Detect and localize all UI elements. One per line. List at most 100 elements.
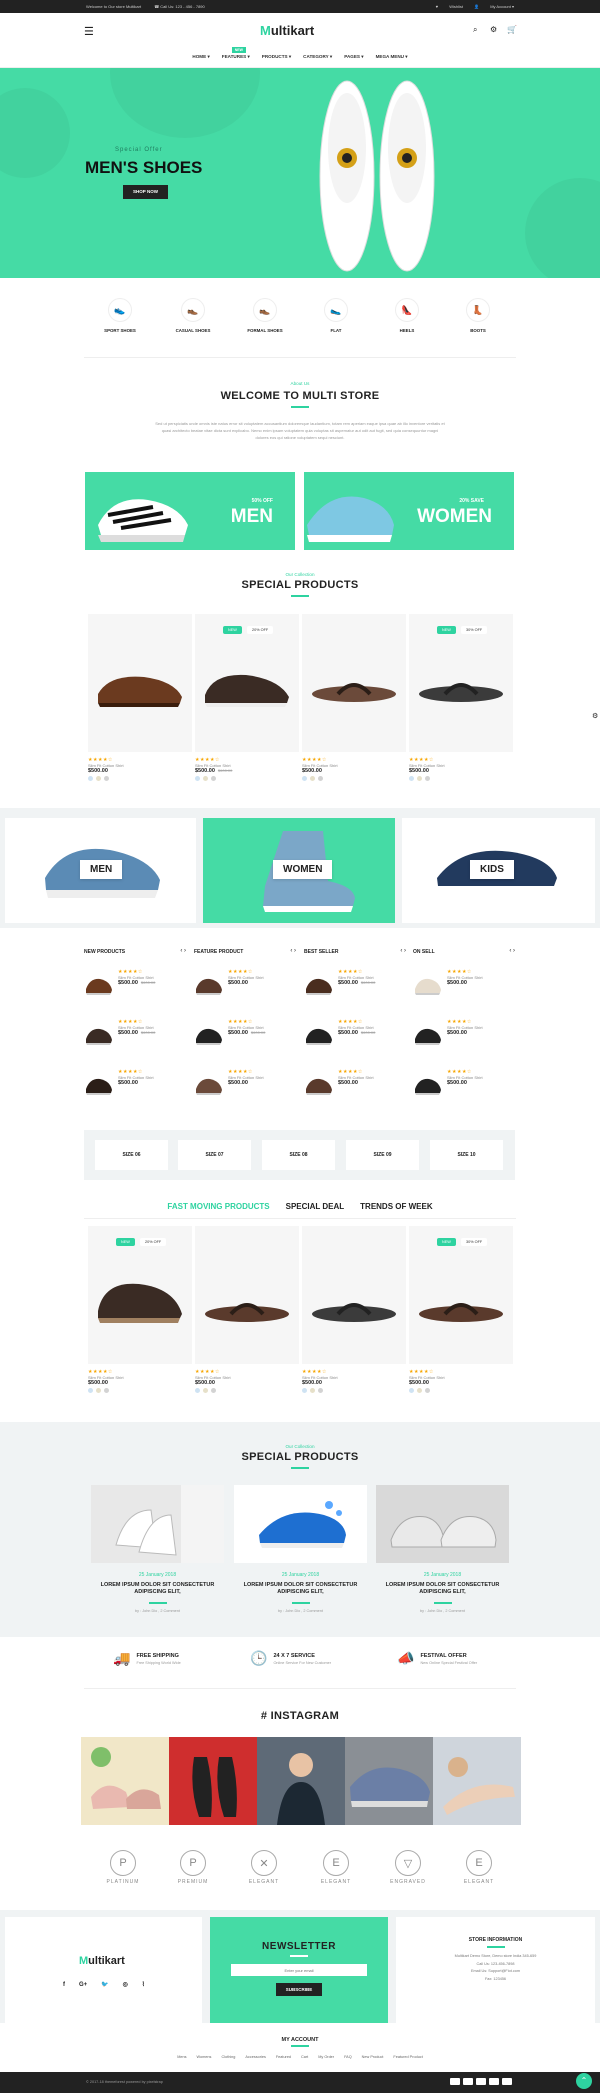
list-item[interactable]: ★★★★☆ Slim Fit Cotton Shirt $500.00 [413, 1019, 519, 1055]
chevron-right-icon[interactable]: › [513, 948, 515, 954]
subscribe-button[interactable]: SUBSCRIBE [276, 1983, 322, 1996]
product-card[interactable]: NEW 30% OFF ★★★★☆ Slim Fit Cotton Shirt … [409, 614, 513, 783]
brand-mark: ✕ [251, 1850, 277, 1876]
cart-icon[interactable]: 🛒 [507, 25, 517, 34]
instagram-photo[interactable] [81, 1737, 169, 1825]
facebook-icon[interactable]: f [63, 1982, 65, 1988]
logo[interactable]: Multikart [260, 23, 314, 38]
account-link[interactable]: Cart [301, 2055, 308, 2059]
blog-title[interactable]: LOREM IPSUM DOLOR SIT CONSECTETUR ADIPIS… [91, 1582, 224, 1597]
size-button[interactable]: SIZE 08 [262, 1140, 335, 1170]
account-link[interactable]: My Order [318, 2055, 334, 2059]
chevron-right-icon[interactable]: › [294, 948, 296, 954]
product-card[interactable]: NEW 20% OFF ★★★★☆ Slim Fit Cotton Shirt … [88, 1226, 192, 1395]
account-link[interactable]: Mens [177, 2055, 186, 2059]
nav-mega-menu[interactable]: MEGA MENU ▾ [376, 54, 408, 60]
nav-home[interactable]: HOME ▾ [192, 54, 209, 60]
list-item[interactable]: ★★★★☆ Slim Fit Cotton Shirt $500.00 $600.00 [84, 969, 190, 1005]
list-item[interactable]: ★★★★☆ Slim Fit Cotton Shirt $500.00 [304, 1069, 410, 1105]
shop-now-button[interactable]: SHOP NOW [123, 185, 168, 199]
list-item[interactable]: ★★★★☆ Slim Fit Cotton Shirt $500.00 $600.00 [84, 1019, 190, 1055]
promo-men[interactable]: 50% OFF MEN [85, 472, 295, 550]
blog-title[interactable]: LOREM IPSUM DOLOR SIT CONSECTETUR ADIPIS… [234, 1582, 367, 1597]
menu-icon[interactable]: ☰ [84, 25, 94, 38]
brand-logo[interactable]: ▽ ENGRAVED [378, 1850, 438, 1885]
category-kids[interactable]: KIDS [402, 818, 595, 923]
brand-logo[interactable]: E ELEGANT [306, 1850, 366, 1885]
category-flat[interactable]: 🥿 FLAT [311, 298, 361, 333]
blog-card[interactable]: 25 January 2018 LOREM IPSUM DOLOR SIT CO… [376, 1485, 509, 1613]
grey-sneakers-image [390, 1515, 497, 1548]
scroll-top-button[interactable]: ⌃ [576, 2073, 592, 2089]
wishlist-link[interactable]: ♥ Wishlist [436, 4, 463, 9]
nav-category[interactable]: CATEGORY ▾ [303, 54, 332, 60]
instagram-icon[interactable]: ◎ [123, 1981, 128, 1988]
size-button[interactable]: SIZE 09 [346, 1140, 419, 1170]
blog-card[interactable]: 25 January 2018 LOREM IPSUM DOLOR SIT CO… [234, 1485, 367, 1613]
category-boots[interactable]: 👢 BOOTS [453, 298, 503, 333]
list-item[interactable]: ★★★★☆ Slim Fit Cotton Shirt $500.00 [413, 969, 519, 1005]
instagram-photo[interactable] [257, 1737, 345, 1825]
tab-fast-moving[interactable]: FAST MOVING PRODUCTS [167, 1202, 269, 1211]
account-link[interactable]: FAQ [344, 2055, 352, 2059]
list-item[interactable]: ★★★★☆ Slim Fit Cotton Shirt $500.00 [413, 1069, 519, 1105]
instagram-photo[interactable] [433, 1737, 521, 1825]
product-card[interactable]: ★★★★☆ Slim Fit Cotton Shirt $500.00 [88, 614, 192, 783]
tab-special-deal[interactable]: SPECIAL DEAL [286, 1202, 345, 1211]
category-casual-shoes[interactable]: 👞 CASUAL SHOES [168, 298, 218, 333]
category-formal-shoes[interactable]: 👞 FORMAL SHOES [240, 298, 290, 333]
instagram-photo[interactable] [345, 1737, 433, 1825]
gear-icon[interactable]: ⚙ [490, 25, 497, 34]
newsletter-email-input[interactable] [231, 1964, 367, 1976]
size-button[interactable]: SIZE 10 [430, 1140, 503, 1170]
brand-logo[interactable]: P PREMIUM [163, 1850, 223, 1885]
instagram-photo[interactable] [169, 1737, 257, 1825]
list-item[interactable]: ★★★★☆ Slim Fit Cotton Shirt $500.00 [84, 1069, 190, 1105]
chevron-left-icon[interactable]: ‹ [400, 948, 402, 954]
nav-pages[interactable]: PAGES ▾ [344, 54, 363, 60]
size-button[interactable]: SIZE 07 [178, 1140, 251, 1170]
brand-logo[interactable]: E ELEGANT [449, 1850, 509, 1885]
list-item[interactable]: ★★★★☆ Slim Fit Cotton Shirt $500.00 $600.00 [194, 1019, 300, 1055]
twitter-icon[interactable]: 🐦 [101, 1981, 108, 1988]
product-card[interactable]: ★★★★☆ Slim Fit Cotton Shirt $500.00 [302, 614, 406, 783]
product-card[interactable]: ★★★★☆ Slim Fit Cotton Shirt $500.00 [195, 1226, 299, 1395]
chevron-left-icon[interactable]: ‹ [509, 948, 511, 954]
footer-logo[interactable]: Multikart [79, 1955, 125, 1967]
account-link[interactable]: Womens [197, 2055, 212, 2059]
blog-card[interactable]: 25 January 2018 LOREM IPSUM DOLOR SIT CO… [91, 1485, 224, 1613]
nav-features[interactable]: FEATURES ▾ NEW [222, 47, 250, 60]
chevron-right-icon[interactable]: › [184, 948, 186, 954]
chevron-left-icon[interactable]: ‹ [290, 948, 292, 954]
category-men[interactable]: MEN [5, 818, 196, 923]
nav-products[interactable]: PRODUCTS ▾ [262, 54, 291, 60]
category-heels[interactable]: 👠 HEELS [382, 298, 432, 333]
chevron-right-icon[interactable]: › [404, 948, 406, 954]
account-link[interactable]: Clothing [221, 2055, 235, 2059]
brand-logo[interactable]: ✕ ELEGANT [234, 1850, 294, 1885]
settings-gear-icon[interactable]: ⚙ [592, 712, 598, 720]
product-card[interactable]: ★★★★☆ Slim Fit Cotton Shirt $500.00 [302, 1226, 406, 1395]
product-card[interactable]: NEW 20% OFF ★★★★☆ Slim Fit Cotton Shirt … [195, 614, 299, 783]
blog-title[interactable]: LOREM IPSUM DOLOR SIT CONSECTETUR ADIPIS… [376, 1582, 509, 1597]
category-women[interactable]: WOMEN [203, 818, 395, 923]
list-item[interactable]: ★★★★☆ Slim Fit Cotton Shirt $500.00 $600.00 [304, 1019, 410, 1055]
google-plus-icon[interactable]: G+ [79, 1982, 87, 1988]
search-icon[interactable]: ⌕ [473, 25, 477, 35]
account-link[interactable]: 👤 My Account ▾ [474, 4, 514, 9]
size-button[interactable]: SIZE 06 [95, 1140, 168, 1170]
list-item[interactable]: ★★★★☆ Slim Fit Cotton Shirt $500.00 [194, 969, 300, 1005]
category-sport-shoes[interactable]: 👟 SPORT SHOES [95, 298, 145, 333]
product-card[interactable]: NEW 30% OFF ★★★★☆ Slim Fit Cotton Shirt … [409, 1226, 513, 1395]
account-link[interactable]: Accessories [245, 2055, 265, 2059]
account-link[interactable]: Featured Product [393, 2055, 422, 2059]
account-link[interactable]: Featured [276, 2055, 291, 2059]
brand-logo[interactable]: P PLATINUM [93, 1850, 153, 1885]
rss-icon[interactable]: ⌇ [142, 1981, 145, 1988]
tab-trends-of-week[interactable]: TRENDS OF WEEK [360, 1202, 432, 1211]
promo-women[interactable]: 20% SAVE WOMEN [304, 472, 514, 550]
list-item[interactable]: ★★★★☆ Slim Fit Cotton Shirt $500.00 $600.00 [304, 969, 410, 1005]
chevron-left-icon[interactable]: ‹ [180, 948, 182, 954]
account-link[interactable]: New Product [362, 2055, 384, 2059]
list-item[interactable]: ★★★★☆ Slim Fit Cotton Shirt $500.00 [194, 1069, 300, 1105]
